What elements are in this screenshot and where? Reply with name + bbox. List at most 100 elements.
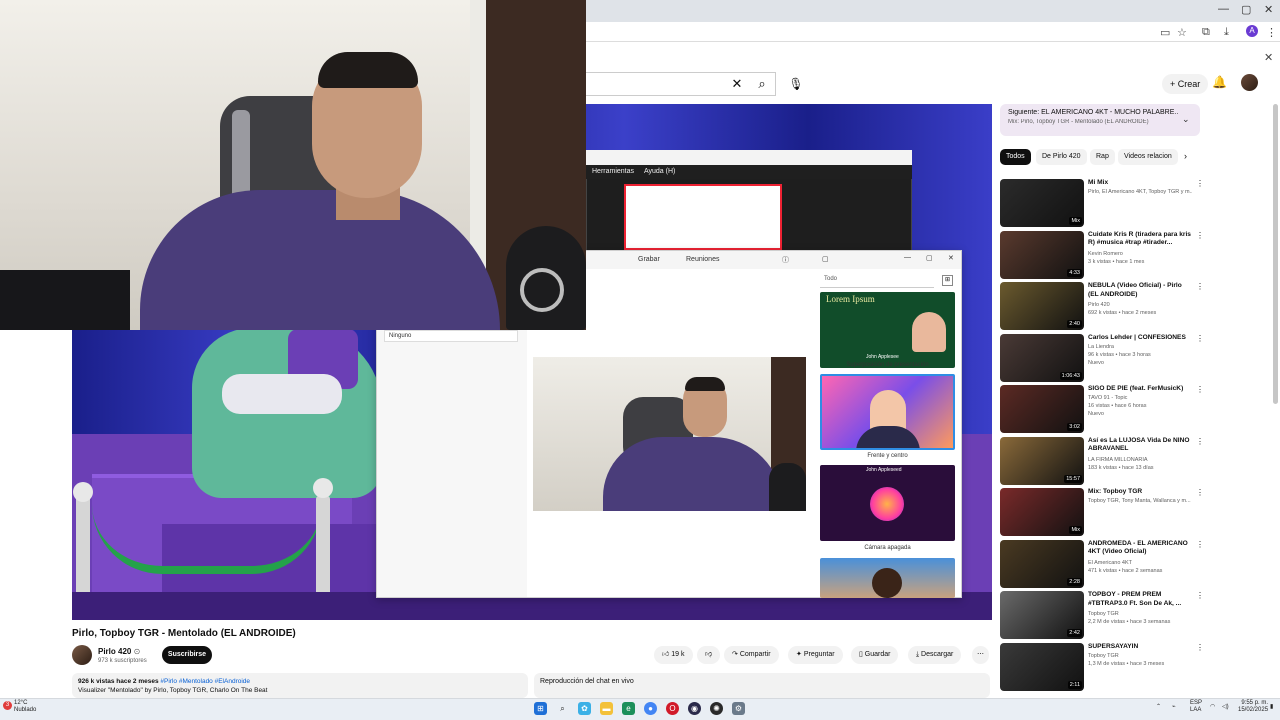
menu-tools[interactable]: Herramientas bbox=[592, 168, 634, 175]
recommended-video[interactable]: 1:06:43 Carlos Lehder | CONFESIONES La Lie… bbox=[1000, 333, 1210, 382]
search-icon[interactable]: ⌕ bbox=[748, 73, 776, 95]
share-button[interactable]: ↷ Compartir bbox=[724, 646, 779, 664]
start-icon[interactable]: ⊞ bbox=[534, 702, 547, 715]
filter-chip[interactable]: De Pirlo 420 bbox=[1036, 149, 1087, 165]
meetings-tab[interactable]: Reuniones bbox=[686, 256, 719, 263]
create-button[interactable]: + Crear bbox=[1162, 74, 1209, 94]
menu-kebab-icon[interactable]: ⋮ bbox=[1266, 26, 1277, 39]
recommended-video[interactable]: 2:40 NEBULA (Video Oficial) - Pirlo (EL A… bbox=[1000, 282, 1210, 330]
video-thumbnail[interactable]: 2:42 bbox=[1000, 591, 1084, 639]
channel-name[interactable]: LA FIRMA MILLONARIA bbox=[1088, 457, 1192, 463]
account-avatar[interactable] bbox=[1241, 74, 1258, 91]
obs-icon[interactable]: ◉ bbox=[688, 702, 701, 715]
video-thumbnail[interactable]: 2:11 bbox=[1000, 642, 1084, 691]
network-icon[interactable]: ⌁ bbox=[1172, 703, 1176, 710]
close-tab-icon[interactable]: ✕ bbox=[1264, 51, 1273, 64]
desc-hashtags[interactable]: #Pirlo #Mentolado #ElAndroide bbox=[160, 678, 250, 685]
address-bar[interactable] bbox=[586, 22, 1280, 42]
video-thumbnail[interactable]: 1:06:43 bbox=[1000, 333, 1084, 382]
channel-avatar[interactable] bbox=[72, 645, 92, 665]
video-title[interactable]: Cuidate Kris R (tiradera para kris R) #m… bbox=[1088, 231, 1192, 248]
template-camera-off[interactable]: John Appleseed bbox=[820, 465, 955, 541]
template-search-input[interactable]: Todo bbox=[820, 276, 934, 288]
menu-help[interactable]: Ayuda (H) bbox=[644, 168, 675, 175]
recommended-video[interactable]: 2:11 SUPERSAYAYIN Topboy TGR 1,3 M de vista… bbox=[1000, 642, 1210, 691]
more-vertical-icon[interactable]: ⋮ bbox=[1196, 231, 1204, 240]
channel-name[interactable]: Pirlo 420 ⊙ bbox=[98, 647, 140, 656]
clear-search-icon[interactable]: ✕ bbox=[728, 73, 746, 95]
minimize-icon[interactable]: — bbox=[904, 254, 911, 261]
more-vertical-icon[interactable]: ⋮ bbox=[1196, 437, 1204, 446]
more-vertical-icon[interactable]: ⋮ bbox=[1196, 591, 1204, 600]
volume-icon[interactable]: ◁) bbox=[1222, 703, 1229, 710]
wifi-icon[interactable]: ◠ bbox=[1210, 703, 1215, 710]
channel-name[interactable]: Topboy TGR, Tony Manta, Wallanca y m... bbox=[1088, 498, 1192, 504]
ask-button[interactable]: ✦ Preguntar bbox=[788, 646, 843, 664]
video-thumbnail[interactable]: 2:28 bbox=[1000, 539, 1084, 588]
channel-name[interactable]: Topboy TGR bbox=[1088, 653, 1192, 659]
page-scrollbar[interactable] bbox=[1273, 104, 1278, 404]
template-presentation-overlay[interactable]: Lorem Ipsum John Applesee bbox=[820, 292, 955, 368]
file-explorer-icon[interactable]: ▬ bbox=[600, 702, 613, 715]
weather-widget[interactable]: 12°C Nublado bbox=[14, 700, 36, 714]
more-vertical-icon[interactable]: ⋮ bbox=[1196, 643, 1204, 652]
recommended-video[interactable]: 2:28 ANDROMEDA - EL AMERICANO 4KT (Video … bbox=[1000, 539, 1210, 588]
video-title[interactable]: TOPBOY - PREM PREM #TBTRAP3.0 Ft. Son De… bbox=[1088, 591, 1192, 608]
taskbar-clock[interactable]: 9:55 p. m. 15/02/2025 bbox=[1238, 700, 1268, 714]
video-title[interactable]: Mix: Topboy TGR bbox=[1088, 488, 1192, 497]
more-vertical-icon[interactable]: ⋮ bbox=[1196, 334, 1204, 343]
recommended-video[interactable]: 15:57 Así es La LUJOSA Vida De NINO ABRAV… bbox=[1000, 436, 1210, 485]
more-vertical-icon[interactable]: ⋮ bbox=[1196, 179, 1204, 188]
more-actions-button[interactable]: ⋯ bbox=[972, 646, 989, 664]
search-icon[interactable]: ⌕ bbox=[556, 702, 569, 715]
profile-avatar[interactable]: A bbox=[1246, 25, 1258, 37]
like-button[interactable]: 👍︎ 19 k bbox=[654, 646, 693, 664]
chevron-up-icon[interactable]: ⌃ bbox=[1156, 703, 1161, 710]
settings-gear-icon[interactable]: ⚙ bbox=[732, 702, 745, 715]
cast-icon[interactable]: ▭ bbox=[1160, 26, 1170, 39]
camera-window-icon[interactable]: ▢ bbox=[822, 255, 829, 263]
channel-name[interactable]: La Liendra bbox=[1088, 344, 1192, 350]
chevron-down-icon[interactable]: ⌄ bbox=[1182, 114, 1190, 125]
filter-chip[interactable]: Rap bbox=[1090, 149, 1115, 165]
chevron-right-icon[interactable]: › bbox=[1184, 151, 1187, 161]
more-vertical-icon[interactable]: ⋮ bbox=[1196, 282, 1204, 291]
channel-name[interactable]: Pirlo 420 bbox=[1088, 302, 1192, 308]
notifications-bell-icon[interactable]: 🔔 bbox=[1212, 75, 1227, 89]
channel-name[interactable]: TAVO 91 - Topic bbox=[1088, 395, 1192, 401]
channel-name[interactable]: Pirlo, El Americano 4KT, Topboy TGR y m.… bbox=[1088, 189, 1192, 195]
background-select[interactable]: Ninguno bbox=[384, 330, 518, 342]
filter-chip[interactable]: Videos relacion bbox=[1118, 149, 1178, 165]
video-title[interactable]: SIGO DE PIE (feat. FerMusicK) bbox=[1088, 385, 1192, 394]
edge-icon[interactable]: e bbox=[622, 702, 635, 715]
subscribe-button[interactable]: Suscribirse bbox=[162, 646, 212, 664]
recommended-video[interactable]: Mix Mix: Topboy TGR Topboy TGR, Tony Manta… bbox=[1000, 488, 1210, 536]
chat-replay[interactable]: Reproducción del chat en vivo bbox=[534, 673, 990, 698]
help-circle-icon[interactable]: ⓘ bbox=[782, 255, 789, 265]
channel-name[interactable]: Kevin Romero bbox=[1088, 251, 1192, 257]
video-thumbnail[interactable]: 3:02 bbox=[1000, 385, 1084, 433]
maximize-icon[interactable]: ▢ bbox=[1241, 3, 1251, 16]
channel-name[interactable]: El Americano 4KT bbox=[1088, 560, 1192, 566]
recommended-video[interactable]: Mix Mi Mix Pirlo, El Americano 4KT, Topboy… bbox=[1000, 179, 1210, 227]
up-next-panel[interactable]: Siguiente: EL AMERICANO 4KT - MUCHO PALA… bbox=[1000, 104, 1200, 136]
video-title[interactable]: NEBULA (Video Oficial) - Pirlo (EL ANDRO… bbox=[1088, 282, 1192, 299]
recommended-video[interactable]: 3:02 SIGO DE PIE (feat. FerMusicK) TAVO 91… bbox=[1000, 385, 1210, 433]
video-title[interactable]: SUPERSAYAYIN bbox=[1088, 643, 1192, 652]
video-description[interactable]: 926 k vistas hace 2 meses #Pirlo #Mentol… bbox=[72, 673, 528, 698]
opera-icon[interactable]: O bbox=[666, 702, 679, 715]
video-thumbnail[interactable]: 4:33 bbox=[1000, 230, 1084, 279]
template-item[interactable] bbox=[820, 558, 955, 598]
video-thumbnail[interactable]: 2:40 bbox=[1000, 282, 1084, 330]
close-icon[interactable]: ✕ bbox=[948, 254, 954, 262]
record-tab[interactable]: Grabar bbox=[638, 256, 660, 263]
minimize-icon[interactable]: — bbox=[1218, 3, 1229, 15]
close-window-icon[interactable]: ✕ bbox=[1264, 3, 1273, 16]
recommended-video[interactable]: 2:42 TOPBOY - PREM PREM #TBTRAP3.0 Ft. So… bbox=[1000, 591, 1210, 639]
template-front-center[interactable] bbox=[820, 374, 955, 450]
voice-search-icon[interactable]: 🎙 bbox=[786, 73, 806, 95]
davinci-icon[interactable]: ✺ bbox=[710, 702, 723, 715]
video-title[interactable]: Así es La LUJOSA Vida De NINO ABRAVANEL bbox=[1088, 437, 1192, 454]
video-title[interactable]: ANDROMEDA - EL AMERICANO 4KT (Video Ofic… bbox=[1088, 540, 1192, 557]
bookmark-star-icon[interactable]: ☆ bbox=[1177, 26, 1187, 39]
